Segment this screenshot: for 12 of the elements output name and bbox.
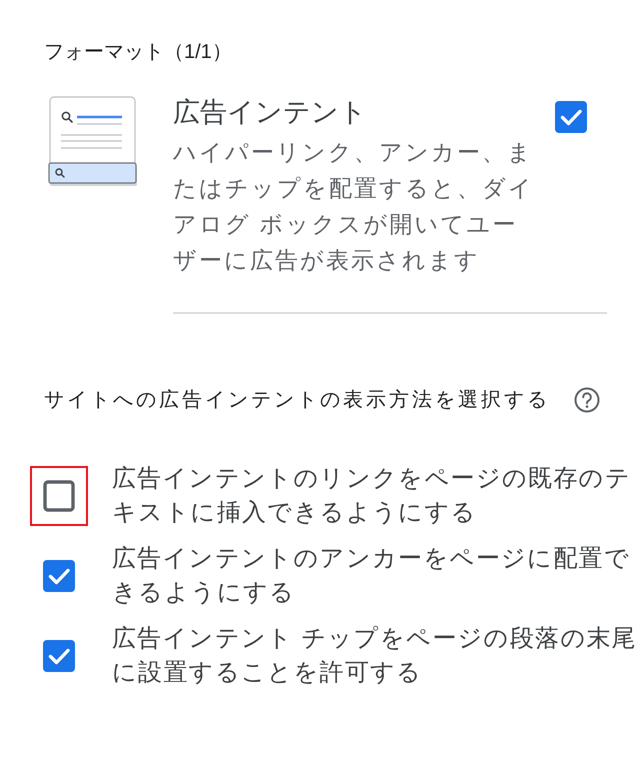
checkbox[interactable] (43, 640, 75, 672)
help-icon[interactable] (574, 387, 600, 413)
format-title: 広告インテント (173, 96, 368, 129)
option-label: 広告インテント チップをページの段落の末尾に設置することを許可する (112, 624, 638, 688)
format-description: ハイパーリンク、アンカー、またはチップを配置すると、ダイアログ ボックスが開いてユーザーに広告が表示されます (173, 138, 535, 275)
section-heading: フォーマット（1/1） (44, 40, 233, 65)
option-label: 広告インテントのアンカーをページに配置できるようにする (112, 544, 631, 608)
checkbox[interactable] (43, 480, 75, 512)
checkbox[interactable] (43, 560, 75, 592)
section-heading: サイトへの広告インテントの表示方法を選択する (44, 388, 550, 413)
option-label: 広告インテントのリンクをページの既存のテキストに挿入できるようにする (112, 464, 632, 528)
checkbox[interactable] (555, 101, 587, 133)
